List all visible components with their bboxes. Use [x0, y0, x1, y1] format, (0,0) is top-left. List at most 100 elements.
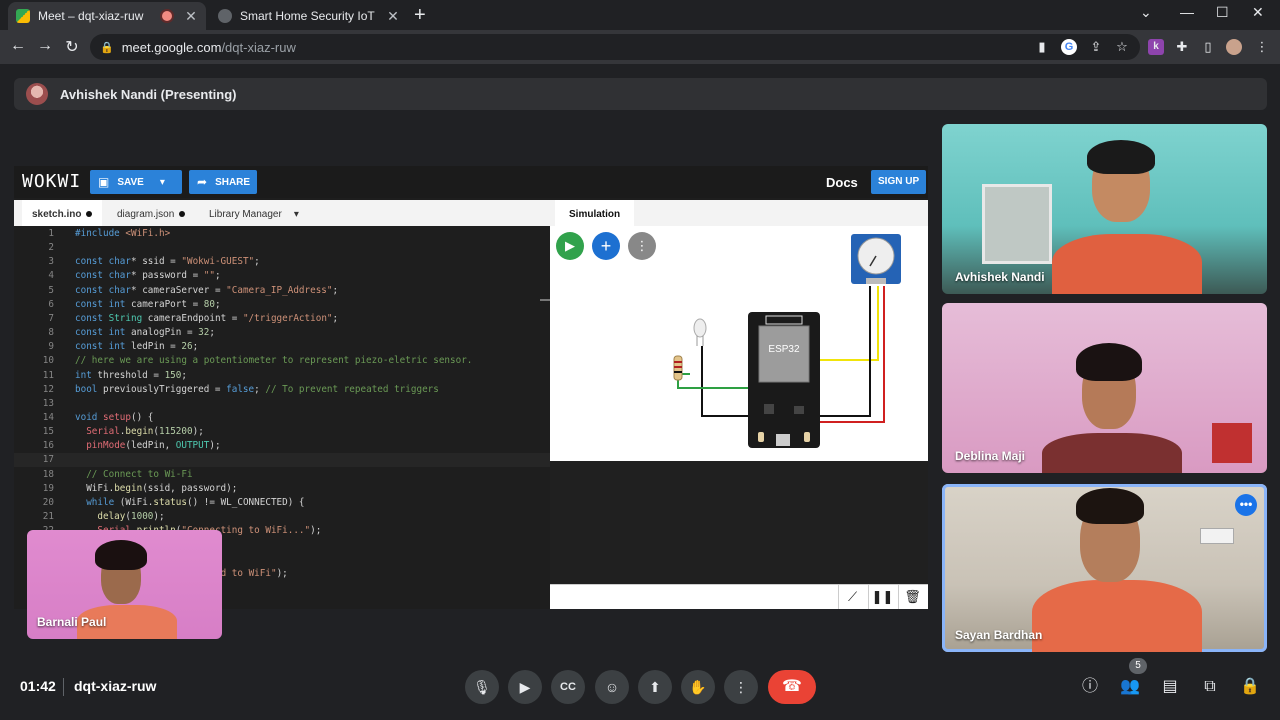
profile-avatar[interactable] — [1226, 39, 1242, 55]
tab-meet[interactable]: Meet – dqt-xiaz-ruw ✕ — [8, 2, 206, 30]
line-number: 8 — [48, 327, 54, 339]
code-line[interactable]: 8 const int analogPin = 32; — [14, 326, 550, 340]
more-options-icon[interactable]: ⋮ — [724, 670, 758, 704]
forward-arrow-icon[interactable]: → — [35, 37, 55, 55]
code-line[interactable]: 16 pinMode(ledPin, OUTPUT); — [14, 439, 550, 453]
code-text: WiFi.begin(ssid, password); — [75, 482, 238, 494]
code-line[interactable]: 7 const String cameraEndpoint = "/trigger… — [14, 312, 550, 326]
bookmark-star-icon[interactable]: ☆ — [1114, 39, 1130, 55]
chat-icon[interactable]: ▤ — [1159, 676, 1181, 698]
editor-tabs: sketch.ino diagram.json Library Manager ▾ — [14, 200, 550, 226]
participant-body — [1032, 580, 1202, 652]
save-button[interactable]: ▣ SAVE ▾ — [90, 170, 182, 194]
code-line[interactable]: 17 — [14, 453, 550, 468]
emoji-reaction-icon[interactable]: ☺ — [595, 670, 629, 704]
code-line[interactable]: 12 bool previouslyTriggered = false; // T… — [14, 383, 550, 397]
line-number: 11 — [42, 369, 54, 381]
simulation-footer: ⟋ ❚❚ 🗑 — [550, 584, 928, 609]
participant-tile[interactable]: Deblina Maji — [942, 303, 1267, 473]
code-line[interactable]: 2 — [14, 241, 550, 255]
code-line[interactable]: 10 // here we are using a potentiometer t… — [14, 354, 550, 368]
participant-count-badge: 5 — [1129, 658, 1147, 674]
extension-k-icon[interactable]: k — [1148, 39, 1164, 55]
code-line[interactable]: 20 while (WiFi.status() != WL_CONNECTED)… — [14, 496, 550, 510]
address-bar[interactable]: 🔒 meet.google.com/dqt-xiaz-ruw — [90, 34, 1140, 60]
tab-sketch-ino[interactable]: sketch.ino — [22, 200, 103, 226]
people-icon[interactable]: 👥 — [1119, 676, 1141, 698]
line-number: 7 — [48, 312, 54, 324]
close-tab-icon[interactable]: ✕ — [184, 8, 198, 25]
code-line[interactable]: 15 Serial.begin(115200); — [14, 425, 550, 439]
caret-down-icon[interactable]: ▾ — [160, 177, 165, 188]
more-vertical-icon[interactable]: ⋮ — [1254, 39, 1270, 55]
plotter-chart-icon[interactable]: ⟋ — [838, 585, 866, 609]
plus-icon[interactable]: + — [414, 4, 426, 27]
sign-up-button[interactable]: SIGN UP — [871, 170, 927, 194]
chevron-down-icon[interactable]: ⌄ — [1140, 4, 1152, 21]
present-screen-icon[interactable]: ⬆ — [638, 670, 672, 704]
wire-red — [810, 286, 885, 423]
code-text: const char* ssid = "Wokwi-GUEST"; — [75, 256, 260, 268]
code-text: // Connect to Wi-Fi — [86, 468, 193, 480]
line-number: 15 — [42, 426, 54, 438]
code-line[interactable]: 18 // Connect to Wi-Fi — [14, 468, 550, 482]
code-text: void setup() { — [75, 411, 154, 423]
tab-simulation[interactable]: Simulation — [555, 200, 635, 226]
code-line[interactable]: 9 const int ledPin = 26; — [14, 340, 550, 354]
close-tab-icon[interactable]: ✕ — [386, 8, 400, 25]
share-button[interactable]: ➦ SHARE — [189, 170, 257, 194]
code-text: const int analogPin = 32; — [75, 327, 215, 339]
captions-icon[interactable]: CC — [551, 670, 585, 704]
simulation-canvas[interactable]: ▶ + ⋮ ESP32 — [550, 226, 928, 461]
reload-icon[interactable]: ↻ — [62, 37, 82, 57]
trash-icon[interactable]: 🗑 — [898, 585, 926, 609]
extensions-puzzle-icon[interactable]: ✚ — [1174, 39, 1190, 55]
participant-hair — [1076, 488, 1144, 524]
code-line[interactable]: 21 delay(1000); — [14, 510, 550, 524]
back-arrow-icon[interactable]: ← — [8, 37, 28, 55]
maximize-icon[interactable]: ☐ — [1216, 4, 1229, 21]
code-line[interactable]: 13 — [14, 397, 550, 411]
serial-monitor[interactable] — [550, 461, 928, 584]
share-arrow-icon: ➦ — [197, 175, 208, 189]
google-icon[interactable]: G — [1061, 39, 1077, 55]
code-line[interactable]: 1 #include <WiFi.h> — [14, 227, 550, 241]
pause-icon[interactable]: ❚❚ — [868, 585, 896, 609]
camera-in-use-icon[interactable]: ▮ — [1034, 39, 1050, 55]
activities-icon[interactable]: ⧉ — [1199, 676, 1221, 698]
meeting-details-info-icon[interactable]: ⓘ — [1079, 676, 1101, 698]
side-panel-icon[interactable]: ▯ — [1200, 39, 1216, 55]
line-number: 12 — [42, 383, 54, 395]
host-controls-lock-icon[interactable]: 🔒 — [1239, 676, 1261, 698]
code-line[interactable]: 6 const int cameraPort = 80; — [14, 298, 550, 312]
code-line[interactable]: 14 void setup() { — [14, 411, 550, 425]
code-text: bool previouslyTriggered = false; // To … — [75, 383, 439, 395]
circuit-diagram: ESP32 — [673, 234, 901, 448]
code-line[interactable]: 4 const char* password = ""; — [14, 269, 550, 283]
end-call-button[interactable]: ☎ — [768, 670, 816, 704]
minimize-icon[interactable]: — — [1180, 4, 1194, 20]
participant-name: Sayan Bardhan — [955, 628, 1043, 642]
share-page-icon[interactable]: ⇪ — [1088, 39, 1104, 55]
more-options-icon[interactable]: ••• — [1235, 494, 1257, 516]
code-line[interactable]: 5 const char* cameraServer = "Camera_IP_A… — [14, 284, 550, 298]
participant-tile-active-speaker[interactable]: ••• Sayan Bardhan — [942, 484, 1267, 652]
caret-down-icon[interactable]: ▾ — [294, 209, 299, 220]
raise-hand-icon[interactable]: ✋ — [681, 670, 715, 704]
code-line[interactable]: 3 const char* ssid = "Wokwi-GUEST"; — [14, 255, 550, 269]
participant-tile[interactable]: Avhishek Nandi — [942, 124, 1267, 294]
tab-smart-home[interactable]: Smart Home Security IoT ✕ — [210, 2, 408, 30]
tab-diagram-json[interactable]: diagram.json — [107, 200, 195, 226]
code-line[interactable]: 19 WiFi.begin(ssid, password); — [14, 482, 550, 496]
microphone-icon[interactable]: 🎙 — [465, 670, 499, 704]
tab-library-manager[interactable]: Library Manager ▾ — [199, 200, 309, 226]
code-line[interactable]: 11 int threshold = 150; — [14, 369, 550, 383]
participant-self-view[interactable]: Barnali Paul — [27, 530, 222, 639]
docs-link[interactable]: Docs — [826, 175, 858, 190]
line-number: 5 — [48, 284, 54, 296]
floppy-disk-icon: ▣ — [98, 175, 110, 189]
editor-scroll-marker — [540, 299, 550, 301]
browser-toolbar: ← → ↻ 🔒 meet.google.com/dqt-xiaz-ruw ▮ G… — [0, 30, 1280, 64]
camera-icon[interactable]: ▶ — [508, 670, 542, 704]
close-window-icon[interactable]: ✕ — [1252, 4, 1264, 21]
